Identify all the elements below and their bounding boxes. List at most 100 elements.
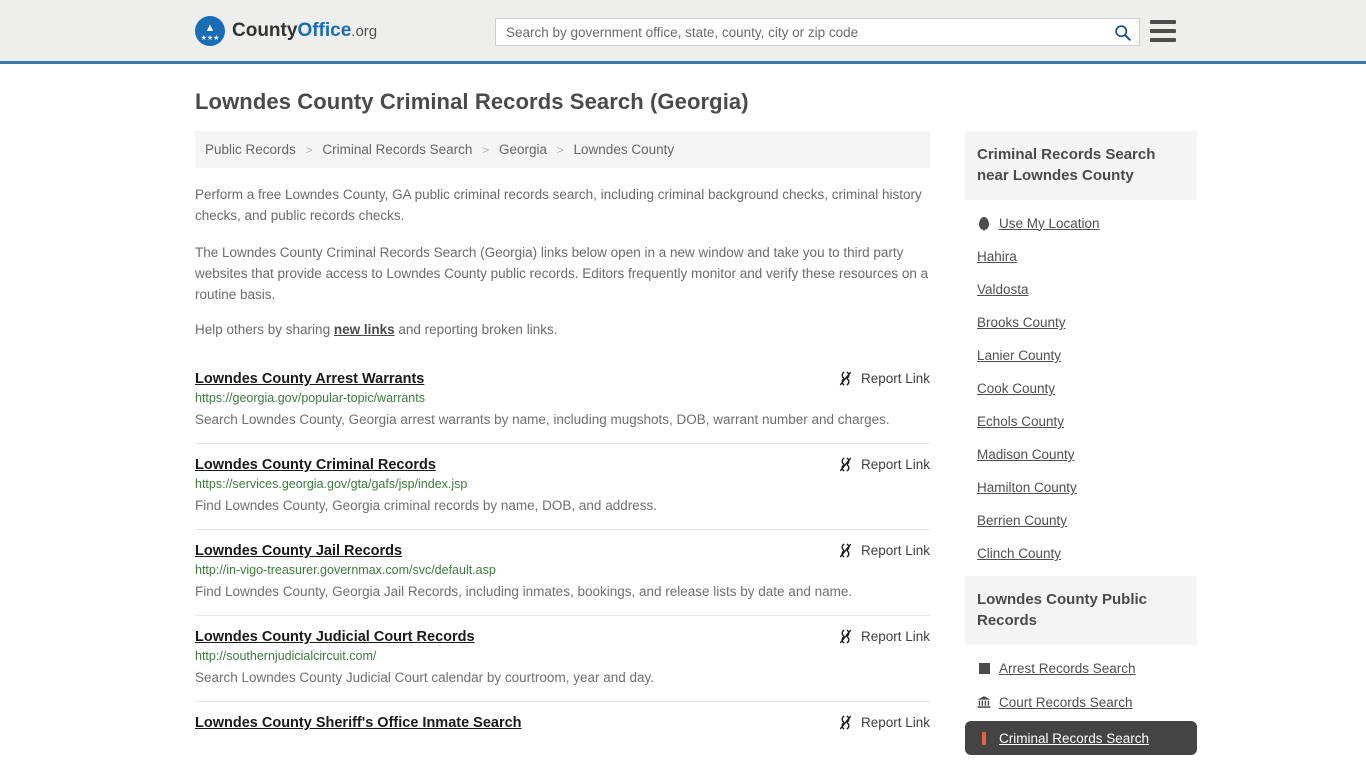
page-container: Lowndes County Criminal Records Search (… [0, 89, 1366, 761]
result-url: http://southernjudicialcircuit.com/ [195, 649, 377, 663]
intro-paragraph-3: Help others by sharing new links and rep… [195, 319, 930, 340]
sidebar-link-label[interactable]: Valdosta [977, 282, 1029, 297]
sidebar-nearby-box: Criminal Records Search near Lowndes Cou… [965, 131, 1197, 570]
result-url: http://in-vigo-treasurer.governmax.com/s… [195, 563, 496, 577]
sidebar-link-label[interactable]: Madison County [977, 447, 1075, 462]
breadcrumb-item-lowndes-county[interactable]: Lowndes County [574, 142, 675, 157]
sidebar-link-label[interactable]: Echols County [977, 414, 1064, 429]
sidebar: Criminal Records Search near Lowndes Cou… [965, 131, 1197, 761]
breadcrumb-item-criminal-records-search[interactable]: Criminal Records Search [322, 142, 472, 157]
result-title-link[interactable]: Lowndes County Criminal Records [195, 457, 436, 473]
map-pin-icon [977, 215, 991, 231]
logo-text-part3: .org [351, 22, 378, 40]
sidebar-item-use-my-location[interactable]: Use My Location [965, 206, 1197, 240]
result-description: Find Lowndes County, Georgia criminal re… [195, 498, 657, 513]
sidebar-item-clinch-county[interactable]: Clinch County [965, 537, 1197, 570]
sidebar-item-brooks-county[interactable]: Brooks County [965, 306, 1197, 339]
search-icon [1114, 24, 1131, 41]
report-link-label: Report Link [860, 457, 930, 472]
result-item: Lowndes County Sheriff's Office Inmate S… [195, 701, 930, 746]
breadcrumb-separator: > [482, 143, 490, 157]
courthouse-icon [977, 694, 991, 710]
report-link-button[interactable]: Report Link [837, 370, 930, 387]
new-links-link[interactable]: new links [334, 322, 395, 337]
report-link-button[interactable]: Report Link [837, 714, 930, 731]
sidebar-link-label[interactable]: Lanier County [977, 348, 1061, 363]
broken-link-icon [839, 715, 852, 730]
intro-p3-after: and reporting broken links. [394, 322, 558, 337]
breadcrumb-separator: > [305, 143, 313, 157]
sidebar-link-label[interactable]: Berrien County [977, 513, 1067, 528]
hamburger-menu-button[interactable] [1150, 20, 1176, 42]
sidebar-link-label[interactable]: Criminal Records Search [999, 731, 1149, 746]
sidebar-link-label[interactable]: Court Records Search [999, 695, 1133, 710]
eagle-glyph: ▲ [204, 21, 216, 34]
sidebar-link-label[interactable]: Use My Location [999, 216, 1100, 231]
result-title-link[interactable]: Lowndes County Arrest Warrants [195, 371, 424, 387]
report-link-button[interactable]: Report Link [837, 456, 930, 473]
sidebar-link-label[interactable]: Arrest Records Search [999, 661, 1136, 676]
result-title-link[interactable]: Lowndes County Sheriff's Office Inmate S… [195, 715, 522, 731]
sidebar-public-records-list: Arrest Records Search Court Records Sear… [965, 645, 1197, 755]
report-link-label: Report Link [860, 371, 930, 386]
sidebar-link-label[interactable]: Hahira [977, 249, 1017, 264]
sidebar-item-madison-county[interactable]: Madison County [965, 438, 1197, 471]
result-description: Search Lowndes County, Georgia arrest wa… [195, 412, 890, 427]
result-item: Lowndes County Criminal Records https://… [195, 443, 930, 529]
hamburger-bar-3 [1150, 38, 1176, 42]
county-office-logo-icon: ▲ ★★★ [195, 15, 225, 46]
sidebar-public-records-box: Lowndes County Public Records Arrest Rec… [965, 576, 1197, 755]
result-description: Find Lowndes County, Georgia Jail Record… [195, 584, 853, 599]
sidebar-item-court-records-search[interactable]: Court Records Search [965, 685, 1197, 719]
main-column: Public Records > Criminal Records Search… [195, 131, 930, 746]
sidebar-nearby-heading: Criminal Records Search near Lowndes Cou… [965, 131, 1197, 200]
search-input[interactable] [496, 19, 1105, 45]
result-description: Search Lowndes County Judicial Court cal… [195, 670, 654, 685]
result-title-link[interactable]: Lowndes County Jail Records [195, 543, 402, 559]
sidebar-item-hahira[interactable]: Hahira [965, 240, 1197, 273]
sidebar-item-lanier-county[interactable]: Lanier County [965, 339, 1197, 372]
sidebar-item-cook-county[interactable]: Cook County [965, 372, 1197, 405]
site-logo[interactable]: ▲ ★★★ CountyOffice.org [195, 15, 378, 46]
fingerprint-square-icon [977, 660, 991, 676]
report-link-button[interactable]: Report Link [837, 628, 930, 645]
result-item: Lowndes County Arrest Warrants https://g… [195, 360, 930, 443]
sidebar-item-arrest-records-search[interactable]: Arrest Records Search [965, 651, 1197, 685]
logo-text-part1: County [232, 19, 298, 41]
sidebar-public-records-heading: Lowndes County Public Records [965, 576, 1197, 645]
sidebar-link-label[interactable]: Cook County [977, 381, 1055, 396]
intro-text: Perform a free Lowndes County, GA public… [195, 184, 930, 340]
page-title: Lowndes County Criminal Records Search (… [195, 89, 749, 114]
sidebar-item-criminal-records-search[interactable]: Criminal Records Search [965, 721, 1197, 755]
report-link-label: Report Link [860, 715, 930, 730]
result-item: Lowndes County Jail Records http://in-vi… [195, 529, 930, 615]
sidebar-nearby-list: Use My Location Hahira Valdosta Brooks C… [965, 200, 1197, 570]
result-title-link[interactable]: Lowndes County Judicial Court Records [195, 629, 475, 645]
report-link-label: Report Link [860, 629, 930, 644]
hamburger-bar-1 [1150, 20, 1176, 24]
result-url: https://services.georgia.gov/gta/gafs/js… [195, 477, 468, 491]
breadcrumb-separator: > [556, 143, 564, 157]
report-link-button[interactable]: Report Link [837, 542, 930, 559]
logo-text-part2: Office [297, 19, 352, 41]
sidebar-link-label[interactable]: Hamilton County [977, 480, 1077, 495]
sidebar-item-hamilton-county[interactable]: Hamilton County [965, 471, 1197, 504]
intro-paragraph-1: Perform a free Lowndes County, GA public… [195, 187, 922, 223]
stars-glyph: ★★★ [200, 34, 220, 42]
courthouse-glyph [977, 696, 991, 708]
sidebar-link-label[interactable]: Clinch County [977, 546, 1061, 561]
breadcrumb-item-georgia[interactable]: Georgia [499, 142, 547, 157]
sidebar-item-echols-county[interactable]: Echols County [965, 405, 1197, 438]
report-link-label: Report Link [860, 543, 930, 558]
breadcrumb-item-public-records[interactable]: Public Records [205, 142, 296, 157]
site-header: ▲ ★★★ CountyOffice.org [0, 0, 1366, 64]
breadcrumb: Public Records > Criminal Records Search… [195, 131, 930, 168]
search-button[interactable] [1105, 19, 1139, 45]
intro-p3-before: Help others by sharing [195, 322, 334, 337]
sidebar-item-valdosta[interactable]: Valdosta [965, 273, 1197, 306]
sidebar-link-label[interactable]: Brooks County [977, 315, 1066, 330]
content-columns: Public Records > Criminal Records Search… [195, 131, 1197, 761]
results-list: Lowndes County Arrest Warrants https://g… [195, 360, 930, 746]
document-icon [977, 730, 991, 746]
sidebar-item-berrien-county[interactable]: Berrien County [965, 504, 1197, 537]
